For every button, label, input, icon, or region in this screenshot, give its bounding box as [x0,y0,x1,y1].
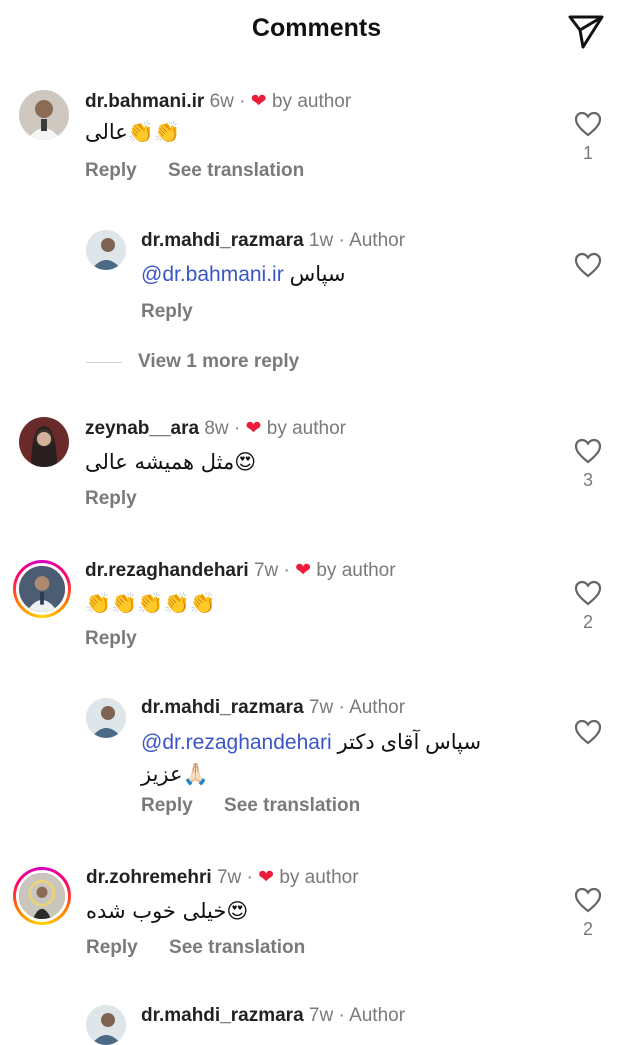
comment-actions: Reply [141,301,219,323]
comments-header: Comments [0,0,633,60]
username[interactable]: zeynab__ara [85,418,199,439]
comment-actions: Reply See translation [141,795,386,817]
avatar-story-ring[interactable] [13,560,71,618]
username[interactable]: dr.mahdi_razmara [141,1005,304,1026]
comment-meta: dr.rezaghandehari 7w · ❤ by author [85,560,396,581]
username[interactable]: dr.bahmani.ir [85,91,204,112]
comment-actions: Reply See translation [86,937,331,959]
comment-text-line2: عزیز🙏🏻 [141,762,209,786]
reply-button[interactable]: Reply [141,795,193,816]
heart-outline-icon [574,111,602,137]
mention-link[interactable]: @dr.rezaghandehari [141,731,332,754]
avatar[interactable] [19,417,69,467]
by-author-label: by author [279,867,359,888]
reply-button[interactable]: Reply [86,937,138,958]
heart-outline-icon [574,580,602,606]
comment-time: 7w [216,867,242,888]
by-author-label: by author [271,91,352,112]
like-button[interactable]: 2 [572,887,604,940]
page-title: Comments [251,14,382,42]
comment-text: @dr.bahmani.ir سپاس [141,263,346,286]
divider [86,362,122,363]
heart-outline-icon [574,438,602,464]
username[interactable]: dr.mahdi_razmara [141,230,304,251]
paper-plane-icon[interactable] [566,10,606,50]
comment-time: 8w [204,418,229,439]
username[interactable]: dr.rezaghandehari [85,560,249,581]
comment-text: عالی👏👏 [85,120,181,144]
comment-meta: dr.zohremehri 7w · ❤ by author [86,867,359,888]
avatar[interactable] [86,230,126,270]
author-label: Author [349,230,406,251]
comment-text: 👏👏👏👏👏 [85,591,216,615]
comment-time: 7w [253,560,279,581]
comment-time: 7w [308,1005,334,1026]
like-button[interactable] [572,719,604,745]
like-count: 3 [582,470,593,490]
see-translation-button[interactable]: See translation [168,160,304,181]
reply-button[interactable]: Reply [85,488,137,509]
heart-outline-icon [574,887,602,913]
avatar-story-ring[interactable] [13,867,71,925]
see-translation-button[interactable]: See translation [169,937,305,958]
avatar[interactable] [86,698,126,738]
comment-time: 7w [308,697,334,718]
like-button[interactable]: 3 [572,438,604,491]
comment-meta: dr.mahdi_razmara 1w · Author [141,230,406,251]
comment-meta: dr.bahmani.ir 6w · ❤ by author [85,91,352,112]
comment-actions: Reply [85,488,163,510]
comment-actions: Reply [85,628,163,650]
by-author-label: by author [266,418,346,439]
comment-time: 6w [209,91,234,112]
like-count: 2 [582,612,593,632]
comment-text: مثل همیشه عالی😍 [85,450,257,474]
username[interactable]: dr.mahdi_razmara [141,697,304,718]
heart-filled-icon: ❤ [250,91,267,112]
comment-meta: zeynab__ara 8w · ❤ by author [85,418,346,439]
comment-meta: dr.mahdi_razmara 7w · Author [141,697,406,718]
comment-actions: Reply See translation [85,160,330,182]
like-button[interactable]: 1 [572,111,604,164]
author-label: Author [349,1005,406,1026]
comment-text: خیلی خوب شده😍 [86,899,249,923]
like-count: 2 [582,919,593,939]
by-author-label: by author [316,560,396,581]
heart-outline-icon [574,252,602,278]
heart-outline-icon [574,719,602,745]
view-more-replies-button[interactable]: View 1 more reply [138,351,299,373]
mention-link[interactable]: @dr.bahmani.ir [141,263,284,286]
username[interactable]: dr.zohremehri [86,867,212,888]
avatar[interactable] [86,1005,126,1045]
heart-filled-icon: ❤ [258,867,275,888]
see-translation-button[interactable]: See translation [224,795,360,816]
reply-button[interactable]: Reply [85,628,137,649]
heart-filled-icon: ❤ [295,560,312,581]
reply-button[interactable]: Reply [85,160,137,181]
comment-time: 1w [308,230,334,251]
reply-button[interactable]: Reply [141,301,193,322]
like-button[interactable] [572,252,604,278]
like-count: 1 [582,143,593,163]
comment-text: @dr.rezaghandehari سپاس آقای دکتر [141,731,482,754]
author-label: Author [349,697,406,718]
avatar[interactable] [19,90,69,140]
like-button[interactable]: 2 [572,580,604,633]
heart-filled-icon: ❤ [245,418,262,439]
